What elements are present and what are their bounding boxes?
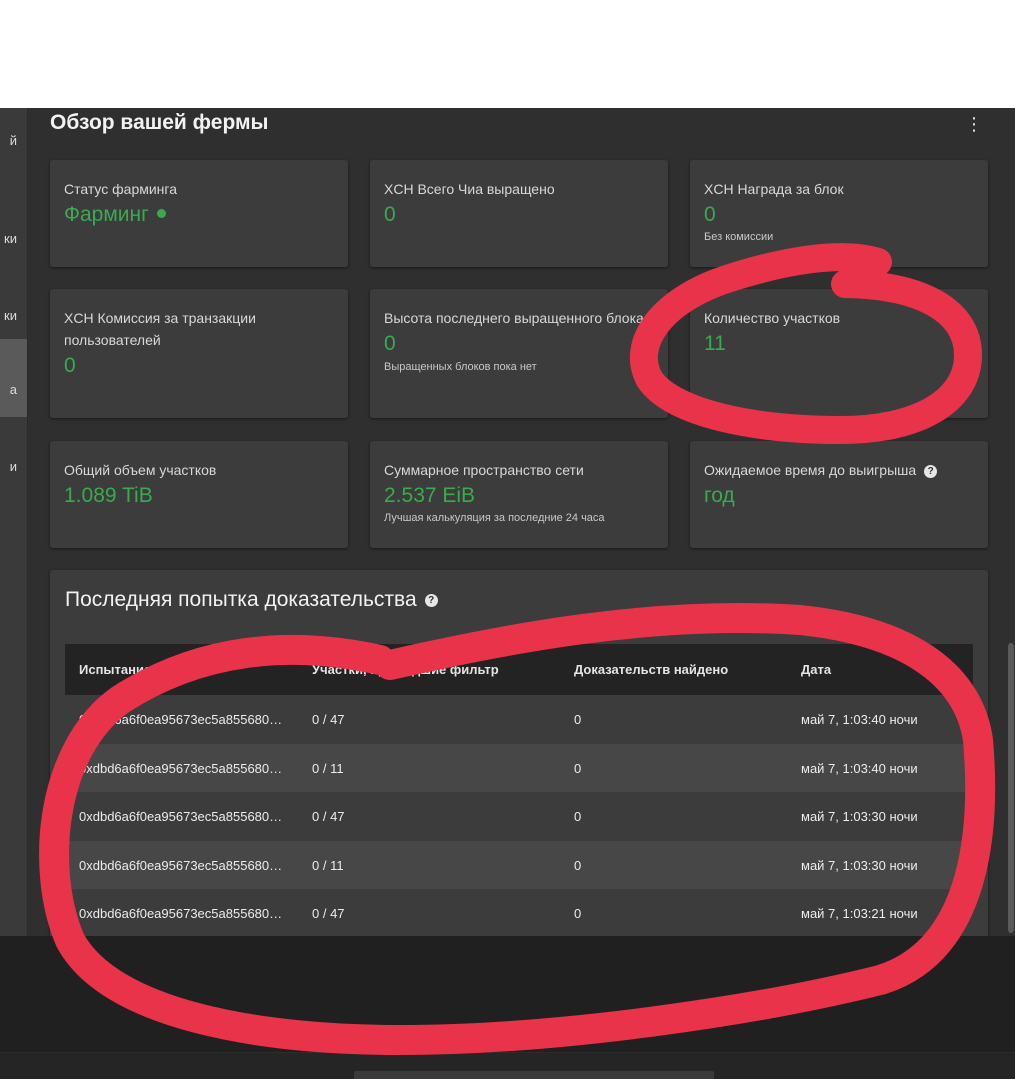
proof-attempts-section: Последняя попытка доказательства? Испыта… [50, 570, 988, 936]
card-title: Ожидаемое время до выигрыша [704, 462, 917, 478]
sidebar: й ки ки а и [0, 108, 28, 936]
sidebar-item-label: й [9, 133, 17, 148]
sidebar-item-label: ки [4, 308, 17, 323]
section-title-text: Последняя попытка доказательства [65, 588, 417, 611]
sidebar-item-3[interactable]: ки [0, 295, 27, 339]
farm-overview-window: й ки ки а и Обзор вашей фермы ⋮ Статус ф… [0, 108, 1015, 936]
cell-proofs: 0 [574, 712, 582, 727]
top-white-area [0, 0, 1015, 108]
card-network-space: Суммарное пространство сети 2.537 EiB Лу… [370, 441, 668, 548]
column-header-challenge[interactable]: Испытание [79, 662, 151, 677]
proof-table: Испытание Участки, прошедшие фильтр Дока… [65, 644, 973, 936]
more-vertical-icon[interactable]: ⋮ [962, 113, 986, 137]
bottom-dark-area [0, 936, 1015, 1079]
page-title: Обзор вашей фермы [50, 111, 269, 134]
sidebar-item-label: а [9, 382, 17, 397]
card-value: 0 [64, 354, 76, 377]
cell-proofs: 0 [574, 760, 582, 776]
cell-challenge: 0xdbd6a6f0ea95673ec5a855680… [79, 906, 283, 921]
bottom-bar [0, 1052, 1015, 1079]
cell-challenge: 0xdbd6a6f0ea95673ec5a855680… [79, 857, 283, 873]
cell-plots: 0 / 11 [312, 760, 344, 776]
card-time-to-win: Ожидаемое время до выигрыша? год [690, 441, 988, 548]
card-title: XCH Награда за блок [704, 181, 844, 197]
card-title: Общий объем участков [64, 462, 217, 478]
scrollbar-thumb[interactable] [1008, 643, 1014, 933]
column-header-proofs[interactable]: Доказательств найдено [574, 662, 728, 677]
proof-section-title: Последняя попытка доказательства? [65, 588, 438, 612]
card-note: Выращенных блоков пока нет [384, 361, 537, 373]
sidebar-item-2[interactable]: ки [0, 218, 27, 262]
sidebar-item-label: и [9, 459, 17, 474]
card-title: Статус фарминга [64, 181, 177, 197]
bottom-scroll-handle[interactable] [354, 1071, 714, 1079]
table-header: Испытание Участки, прошедшие фильтр Дока… [65, 644, 973, 695]
table-row[interactable]: 0xdbd6a6f0ea95673ec5a855680… 0 / 47 0 ма… [65, 695, 973, 744]
sidebar-item-label: ки [4, 231, 17, 246]
card-title-row: Ожидаемое время до выигрыша? [704, 459, 974, 481]
card-value: 0 [384, 332, 396, 355]
table-row[interactable]: 0xdbd6a6f0ea95673ec5a855680… 0 / 47 0 ма… [65, 889, 973, 936]
table-row[interactable]: 0xdbd6a6f0ea95673ec5a855680… 0 / 47 0 ма… [65, 792, 973, 841]
cell-proofs: 0 [574, 857, 582, 873]
help-icon[interactable]: ? [424, 594, 438, 607]
cell-proofs: 0 [574, 809, 582, 824]
column-header-date[interactable]: Дата [801, 662, 831, 677]
cell-date: май 7, 1:03:40 ночи [801, 760, 918, 776]
card-value: 0 [384, 203, 396, 226]
card-value: Фарминг [64, 203, 149, 226]
card-value: год [704, 484, 735, 507]
cell-plots: 0 / 11 [312, 857, 344, 873]
sidebar-item-farm-active[interactable]: а [0, 339, 27, 417]
cell-date: май 7, 1:03:30 ночи [801, 857, 918, 873]
card-last-height: Высота последнего выращенного блока 0 Вы… [370, 289, 668, 418]
column-header-plots[interactable]: Участки, прошедшие фильтр [312, 662, 499, 677]
cell-plots: 0 / 47 [312, 712, 345, 727]
card-title: Высота последнего выращенного блока [384, 310, 644, 326]
card-value: 1.089 TiB [64, 484, 153, 507]
card-title: Суммарное пространство сети [384, 462, 584, 478]
card-value: 2.537 EiB [384, 484, 476, 507]
table-row[interactable]: 0xdbd6a6f0ea95673ec5a855680… 0 / 11 0 ма… [65, 840, 973, 889]
table-row[interactable]: 0xdbd6a6f0ea95673ec5a855680… 0 / 11 0 ма… [65, 743, 973, 792]
cell-date: май 7, 1:03:30 ночи [801, 809, 918, 824]
sidebar-item-5[interactable]: и [0, 446, 27, 490]
cell-challenge: 0xdbd6a6f0ea95673ec5a855680… [79, 712, 283, 727]
card-block-rewards: XCH Награда за блок 0 Без комиссии [690, 160, 988, 267]
table-body: 0xdbd6a6f0ea95673ec5a855680… 0 / 47 0 ма… [65, 695, 973, 936]
cell-date: май 7, 1:03:40 ночи [801, 712, 918, 727]
cell-plots: 0 / 47 [312, 906, 345, 921]
cell-plots: 0 / 47 [312, 809, 345, 824]
help-icon[interactable]: ? [924, 465, 938, 478]
cell-date: май 7, 1:03:21 ночи [801, 906, 918, 921]
card-farming-status: Статус фарминга Фарминг [50, 160, 348, 267]
cell-challenge: 0xdbd6a6f0ea95673ec5a855680… [79, 760, 283, 776]
card-value: 0 [704, 203, 716, 226]
cell-challenge: 0xdbd6a6f0ea95673ec5a855680… [79, 809, 283, 824]
sidebar-item-1[interactable]: й [0, 120, 27, 164]
card-title: XCH Всего Чиа выращено [384, 181, 555, 197]
card-user-fees: XCH Комиссия за транзакции пользователей… [50, 289, 348, 418]
card-total-size: Общий объем участков 1.089 TiB [50, 441, 348, 548]
card-note: Без комиссии [704, 231, 774, 243]
card-title: Количество участков [704, 310, 841, 326]
card-note: Лучшая калькуляция за последние 24 часа [384, 512, 605, 524]
card-total-farmed: XCH Всего Чиа выращено 0 [370, 160, 668, 267]
cell-proofs: 0 [574, 906, 582, 921]
card-plot-count: Количество участков 11 [690, 289, 988, 418]
status-dot-icon [156, 209, 166, 218]
card-title: XCH Комиссия за транзакции пользователей [64, 310, 256, 348]
farming-status-value: Фарминг [64, 201, 334, 228]
card-value: 11 [704, 332, 726, 355]
